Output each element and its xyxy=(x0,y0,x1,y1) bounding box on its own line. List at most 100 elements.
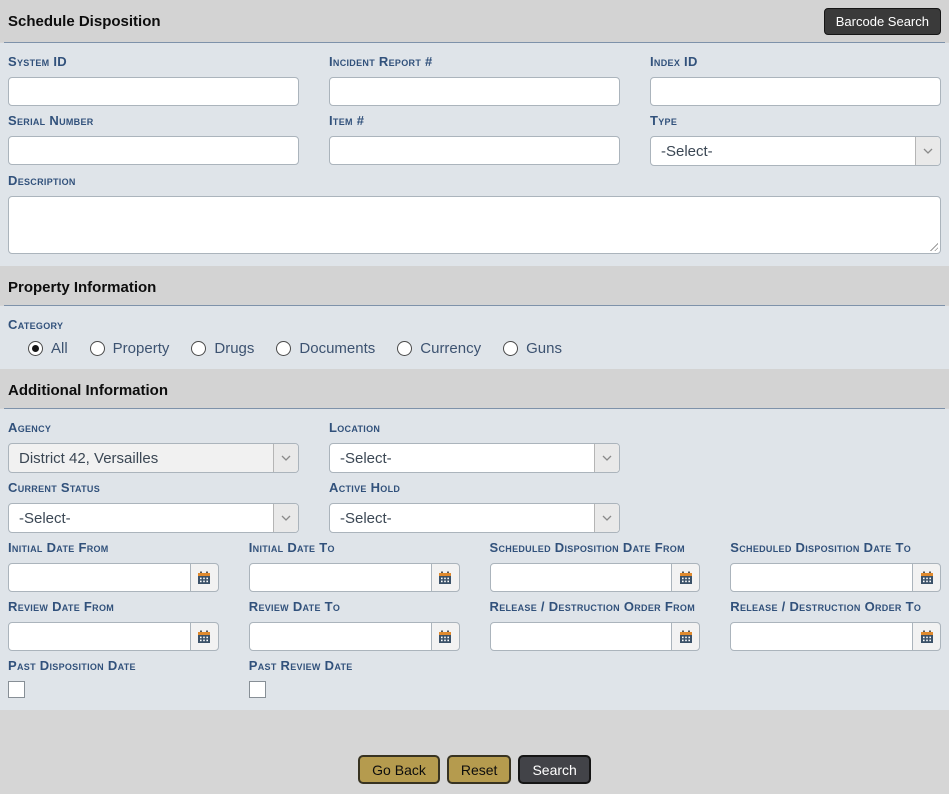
initial-date-to-label: Initial Date To xyxy=(249,538,460,558)
chevron-down-icon xyxy=(273,504,298,532)
review-date-to-label: Review Date To xyxy=(249,597,460,617)
agency-select[interactable]: District 42, Versailles xyxy=(8,443,299,473)
release-destruction-order-from-label: Release / Destruction Order From xyxy=(490,597,701,617)
radio-icon xyxy=(28,341,43,356)
serial-number-label: Serial Number xyxy=(8,111,299,131)
calendar-icon xyxy=(679,630,693,644)
past-review-date-label: Past Review Date xyxy=(249,656,460,676)
calendar-icon xyxy=(197,630,211,644)
scheduled-disposition-date-from-input[interactable] xyxy=(490,563,673,592)
calendar-button[interactable] xyxy=(671,563,700,592)
radio-category-all[interactable]: All xyxy=(28,340,68,357)
radio-label: Guns xyxy=(526,340,562,357)
calendar-button[interactable] xyxy=(431,563,460,592)
current-status-select-value: -Select- xyxy=(9,510,273,527)
schedule-criteria-panel: System ID Incident Report # Index ID Ser… xyxy=(0,43,949,266)
radio-category-guns[interactable]: Guns xyxy=(503,340,562,357)
location-select-value: -Select- xyxy=(330,450,594,467)
resize-handle[interactable] xyxy=(929,242,938,251)
calendar-button[interactable] xyxy=(912,563,941,592)
current-status-label: Current Status xyxy=(8,478,299,498)
calendar-icon xyxy=(438,630,452,644)
item-number-label: Item # xyxy=(329,111,620,131)
calendar-button[interactable] xyxy=(671,622,700,651)
current-status-select[interactable]: -Select- xyxy=(8,503,299,533)
calendar-button[interactable] xyxy=(190,622,219,651)
agency-label: Agency xyxy=(8,418,299,438)
review-date-from-input[interactable] xyxy=(8,622,191,651)
chevron-down-icon xyxy=(273,444,298,472)
field-serial-number: Serial Number xyxy=(8,106,299,166)
item-number-input[interactable] xyxy=(329,136,620,165)
radio-category-property[interactable]: Property xyxy=(90,340,170,357)
field-scheduled-disposition-date-to: Scheduled Disposition Date To xyxy=(730,533,941,592)
system-id-label: System ID xyxy=(8,52,299,72)
radio-icon xyxy=(90,341,105,356)
active-hold-label: Active Hold xyxy=(329,478,620,498)
field-review-date-to: Review Date To xyxy=(249,592,460,651)
radio-category-documents[interactable]: Documents xyxy=(276,340,375,357)
initial-date-from-input[interactable] xyxy=(8,563,191,592)
footer-actions: Go Back Reset Search xyxy=(0,744,949,794)
type-select[interactable]: -Select- xyxy=(650,136,941,166)
description-textarea[interactable] xyxy=(8,196,941,254)
property-information-header: Property Information xyxy=(0,266,949,305)
past-disposition-date-checkbox[interactable] xyxy=(8,681,25,698)
radio-category-drugs[interactable]: Drugs xyxy=(191,340,254,357)
field-current-status: Current Status -Select- xyxy=(8,473,299,533)
calendar-button[interactable] xyxy=(912,622,941,651)
index-id-input[interactable] xyxy=(650,77,941,106)
review-date-from-label: Review Date From xyxy=(8,597,219,617)
scheduled-disposition-date-from-label: Scheduled Disposition Date From xyxy=(490,538,701,558)
field-index-id: Index ID xyxy=(650,47,941,106)
field-incident-report: Incident Report # xyxy=(329,47,620,106)
release-destruction-order-from-input[interactable] xyxy=(490,622,673,651)
review-date-to-input[interactable] xyxy=(249,622,432,651)
additional-information-panel: Agency District 42, Versailles Location … xyxy=(0,409,949,710)
radio-category-currency[interactable]: Currency xyxy=(397,340,481,357)
serial-number-input[interactable] xyxy=(8,136,299,165)
title-bar: Schedule Disposition Barcode Search xyxy=(0,0,949,42)
scheduled-disposition-date-to-input[interactable] xyxy=(730,563,913,592)
initial-date-from-label: Initial Date From xyxy=(8,538,219,558)
active-hold-select[interactable]: -Select- xyxy=(329,503,620,533)
location-label: Location xyxy=(329,418,620,438)
past-review-date-checkbox[interactable] xyxy=(249,681,266,698)
initial-date-to-input[interactable] xyxy=(249,563,432,592)
calendar-icon xyxy=(679,571,693,585)
past-disposition-date-label: Past Disposition Date xyxy=(8,656,219,676)
description-label: Description xyxy=(8,171,941,191)
location-select[interactable]: -Select- xyxy=(329,443,620,473)
incident-report-label: Incident Report # xyxy=(329,52,620,72)
property-information-panel: Category All Property Drugs Documents Cu… xyxy=(0,306,949,369)
agency-select-value: District 42, Versailles xyxy=(9,450,273,467)
additional-information-header: Additional Information xyxy=(0,369,949,408)
reset-button[interactable]: Reset xyxy=(447,755,512,784)
active-hold-select-value: -Select- xyxy=(330,510,594,527)
field-initial-date-from: Initial Date From xyxy=(8,533,219,592)
radio-icon xyxy=(276,341,291,356)
field-release-destruction-order-from: Release / Destruction Order From xyxy=(490,592,701,651)
barcode-search-button[interactable]: Barcode Search xyxy=(824,8,941,35)
field-active-hold: Active Hold -Select- xyxy=(329,473,620,533)
search-button[interactable]: Search xyxy=(518,755,590,784)
field-agency: Agency District 42, Versailles xyxy=(8,413,299,473)
go-back-button[interactable]: Go Back xyxy=(358,755,440,784)
calendar-button[interactable] xyxy=(190,563,219,592)
radio-label: Currency xyxy=(420,340,481,357)
calendar-icon xyxy=(920,571,934,585)
radio-label: Documents xyxy=(299,340,375,357)
field-type: Type -Select- xyxy=(650,106,941,166)
field-past-disposition-date: Past Disposition Date xyxy=(8,651,219,698)
radio-label: Property xyxy=(113,340,170,357)
radio-icon xyxy=(191,341,206,356)
release-destruction-order-to-input[interactable] xyxy=(730,622,913,651)
field-initial-date-to: Initial Date To xyxy=(249,533,460,592)
page-title: Schedule Disposition xyxy=(8,13,161,30)
chevron-down-icon xyxy=(594,444,619,472)
incident-report-input[interactable] xyxy=(329,77,620,106)
system-id-input[interactable] xyxy=(8,77,299,106)
calendar-button[interactable] xyxy=(431,622,460,651)
field-system-id: System ID xyxy=(8,47,299,106)
chevron-down-icon xyxy=(594,504,619,532)
